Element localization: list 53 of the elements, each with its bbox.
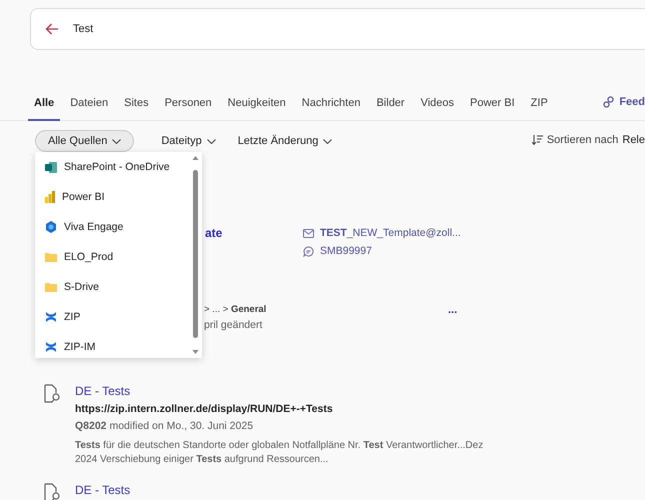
sharepoint-icon [45, 162, 57, 172]
filter-dropdown[interactable]: Dateityp [152, 130, 225, 152]
menu-item[interactable]: ZIP [35, 302, 185, 332]
feedback-link[interactable]: Feed [619, 96, 645, 108]
tab[interactable]: Alle [28, 92, 60, 121]
modified-text: pril geändert [204, 319, 262, 331]
folder-icon [45, 252, 57, 262]
result-title-link[interactable]: DE - Tests [75, 384, 485, 398]
tab[interactable]: ZIP [524, 92, 554, 121]
filter-dropdown[interactable]: Alle Quellen [35, 130, 134, 152]
result-snippet: Tests für die deutschen Standorte oder globalen Notfallpläne Nr. Test Verantwortlicher...Dez 2024 Verschiebung einiger Tests aufgrund Ressourcen... [75, 439, 484, 467]
tab[interactable]: Bilder [370, 92, 411, 121]
cross-arrows-icon [45, 341, 57, 353]
chevron-down-icon [206, 138, 216, 144]
tab[interactable]: Dateien [64, 92, 114, 121]
cross-arrows-icon [45, 311, 57, 323]
back-arrow-icon[interactable] [45, 23, 59, 35]
chevron-down-icon [112, 138, 122, 144]
filter-dropdown[interactable]: Letzte Änderung [228, 130, 342, 152]
sort-dropdown[interactable]: Rele [622, 134, 645, 146]
menu-item[interactable]: SharePoint - OneDrive [35, 152, 185, 182]
menu-item[interactable]: ZIP-IM [35, 332, 185, 362]
menu-item[interactable]: ELO_Prod [35, 242, 185, 272]
result-title-link[interactable]: DE - Tests [75, 483, 130, 497]
more-options-button[interactable]: ... [448, 304, 458, 316]
menu-item[interactable]: Power BI [35, 182, 185, 212]
feedback-icon [603, 96, 616, 108]
tab[interactable]: Power BI [464, 92, 521, 121]
chat-icon [303, 246, 314, 256]
modified-text: Q8202 modified on Mo., 30. Juni 2025 [75, 420, 254, 432]
email-link[interactable]: TEST_NEW_Template@zoll... [320, 227, 461, 239]
search-field[interactable]: Test [73, 23, 373, 35]
tab[interactable]: Personen [158, 92, 218, 121]
mail-icon [303, 228, 314, 238]
menu-item[interactable]: Viva Engage [35, 212, 185, 242]
result-title-link[interactable]: ate [205, 226, 303, 276]
scrollbar[interactable] [191, 154, 200, 356]
sort-icon [532, 135, 543, 145]
viva-icon [45, 221, 57, 233]
result-url: https://zip.intern.zollner.de/display/RUN/DE+-+Tests [75, 403, 334, 415]
tab[interactable]: Sites [118, 92, 155, 121]
sort-label: Sortieren nach [546, 134, 618, 146]
chevron-down-icon [323, 138, 332, 144]
bar-chart-icon [45, 191, 55, 203]
tab[interactable]: Videos [414, 92, 460, 121]
tab[interactable]: Neuigkeiten [222, 92, 292, 121]
page-search-icon [44, 483, 61, 500]
page-search-icon [44, 384, 61, 404]
folder-icon [45, 282, 57, 292]
chat-link[interactable]: SMB99997 [320, 245, 372, 257]
tab[interactable]: Nachrichten [296, 92, 366, 121]
breadcrumb-path: > ... > General [204, 304, 266, 315]
menu-item[interactable]: S-Drive [35, 272, 185, 302]
